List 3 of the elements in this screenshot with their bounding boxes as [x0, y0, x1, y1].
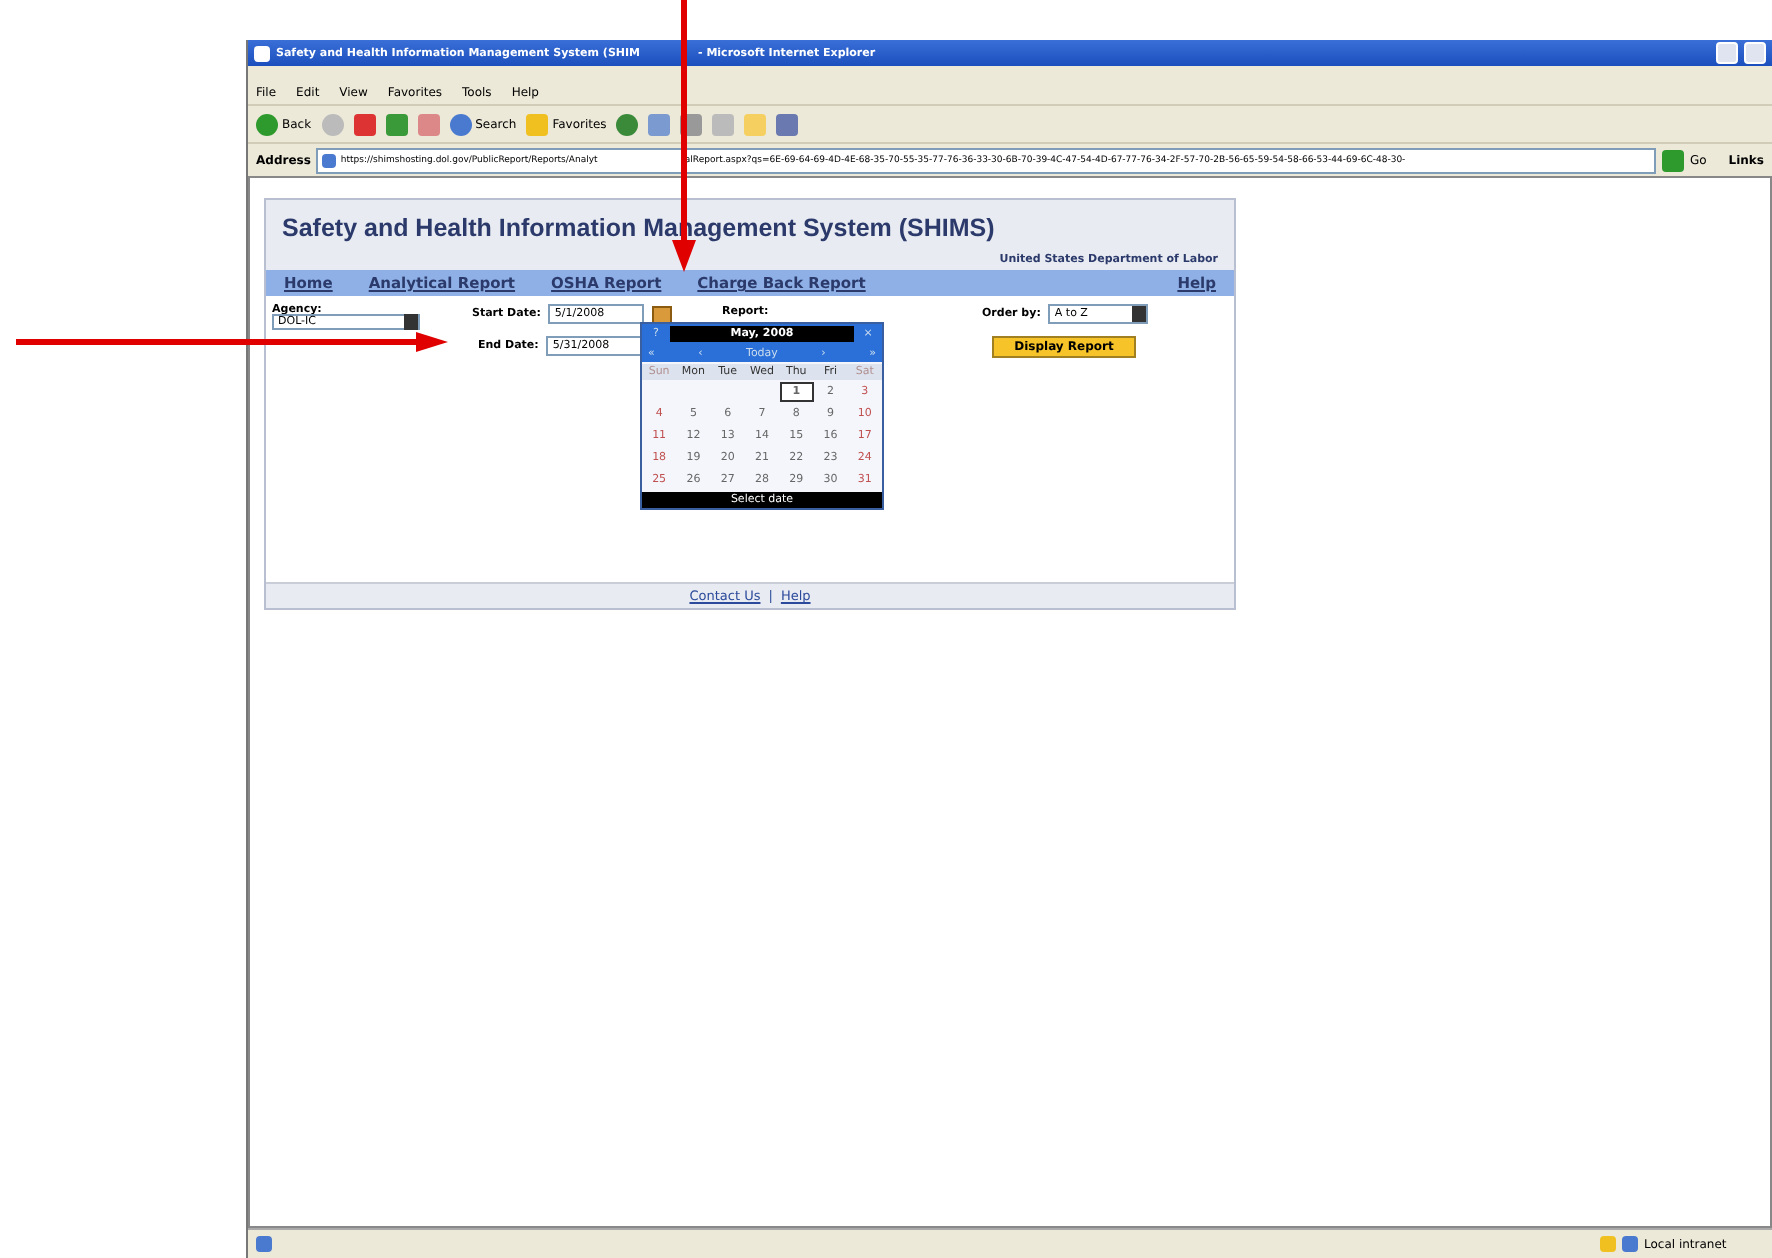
- calendar-icon[interactable]: [652, 305, 673, 323]
- minimize-button[interactable]: [1716, 42, 1738, 64]
- close-button[interactable]: [1744, 42, 1766, 64]
